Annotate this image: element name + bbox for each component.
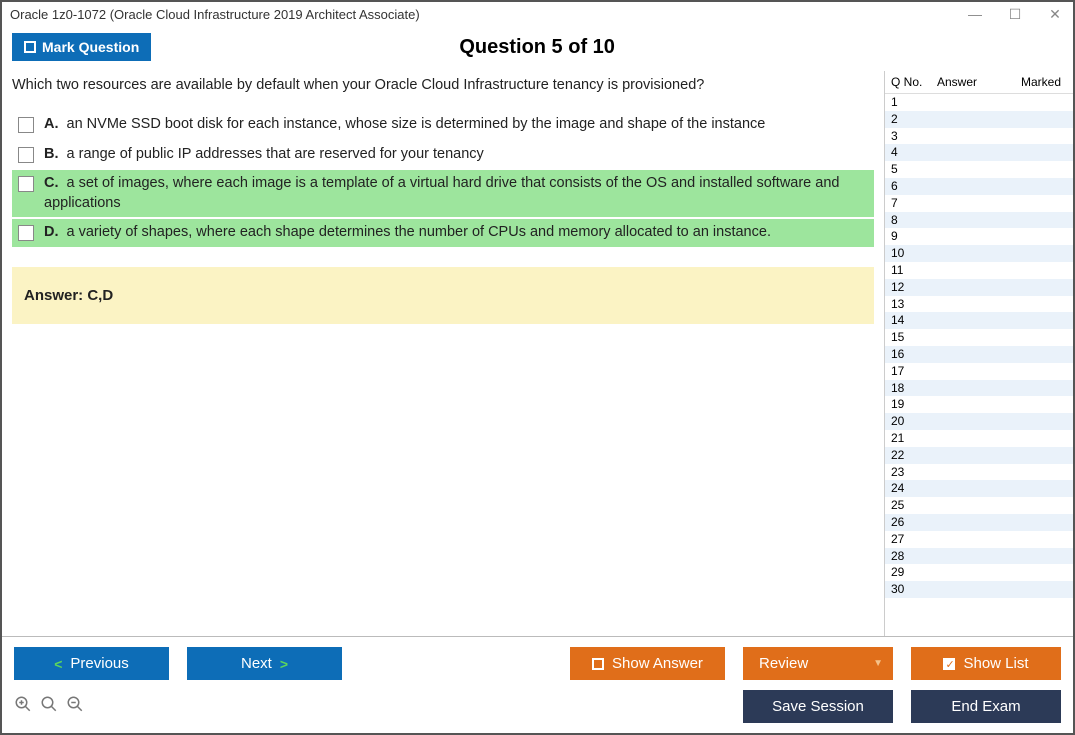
col-qno: Q No. xyxy=(891,75,937,89)
zoom-out-icon[interactable] xyxy=(66,695,84,718)
save-session-button[interactable]: Save Session xyxy=(743,690,893,723)
question-text: Which two resources are available by def… xyxy=(12,77,874,93)
list-item[interactable]: 27 xyxy=(885,531,1073,548)
chevron-right-icon: > xyxy=(280,656,288,672)
chevron-down-icon: ▼ xyxy=(873,658,883,669)
list-item[interactable]: 12 xyxy=(885,279,1073,296)
question-panel: Which two resources are available by def… xyxy=(2,71,884,636)
list-item[interactable]: 20 xyxy=(885,413,1073,430)
choice-text: D. a variety of shapes, where each shape… xyxy=(44,223,771,243)
maximize-icon[interactable]: ☐ xyxy=(1005,6,1025,23)
minimize-icon[interactable]: — xyxy=(965,6,985,23)
show-list-button[interactable]: Show List xyxy=(911,647,1061,680)
previous-button[interactable]: < Previous xyxy=(14,647,169,680)
choice-checkbox[interactable] xyxy=(18,176,34,192)
next-label: Next xyxy=(241,655,272,672)
content-row: Which two resources are available by def… xyxy=(2,71,1073,636)
list-item[interactable]: 29 xyxy=(885,564,1073,581)
list-header: Q No. Answer Marked xyxy=(885,71,1073,93)
show-answer-button[interactable]: Show Answer xyxy=(570,647,725,680)
bottom-bar: < Previous Next > Show Answer Review ▼ xyxy=(2,636,1073,733)
list-item[interactable]: 6 xyxy=(885,178,1073,195)
zoom-reset-icon[interactable] xyxy=(40,695,58,718)
list-item[interactable]: 3 xyxy=(885,128,1073,145)
zoom-controls xyxy=(14,695,84,718)
list-item[interactable]: 24 xyxy=(885,480,1073,497)
question-list-panel: Q No. Answer Marked 12345678910111213141… xyxy=(884,71,1073,636)
check-square-icon xyxy=(943,658,955,670)
choice-checkbox[interactable] xyxy=(18,147,34,163)
choice-row[interactable]: D. a variety of shapes, where each shape… xyxy=(12,219,874,247)
end-exam-label: End Exam xyxy=(951,698,1020,715)
close-icon[interactable]: ✕ xyxy=(1045,6,1065,23)
previous-label: Previous xyxy=(70,655,128,672)
show-list-label: Show List xyxy=(963,655,1028,672)
choice-text: C. a set of images, where each image is … xyxy=(44,174,868,213)
list-item[interactable]: 25 xyxy=(885,497,1073,514)
list-item[interactable]: 9 xyxy=(885,228,1073,245)
choice-text: B. a range of public IP addresses that a… xyxy=(44,145,484,165)
list-item[interactable]: 4 xyxy=(885,144,1073,161)
list-item[interactable]: 14 xyxy=(885,312,1073,329)
list-item[interactable]: 15 xyxy=(885,329,1073,346)
button-row-1: < Previous Next > Show Answer Review ▼ xyxy=(14,647,1061,680)
list-item[interactable]: 22 xyxy=(885,447,1073,464)
answer-box: Answer: C,D xyxy=(12,267,874,324)
choice-checkbox[interactable] xyxy=(18,117,34,133)
next-button[interactable]: Next > xyxy=(187,647,342,680)
chevron-left-icon: < xyxy=(54,656,62,672)
list-item[interactable]: 18 xyxy=(885,380,1073,397)
list-item[interactable]: 10 xyxy=(885,245,1073,262)
button-row-2: Save Session End Exam xyxy=(14,690,1061,723)
nav-buttons: < Previous Next > xyxy=(14,647,342,680)
choice-text: A. an NVMe SSD boot disk for each instan… xyxy=(44,115,765,135)
list-item[interactable]: 21 xyxy=(885,430,1073,447)
question-counter: Question 5 of 10 xyxy=(11,36,1063,59)
list-item[interactable]: 30 xyxy=(885,581,1073,598)
session-buttons: Save Session End Exam xyxy=(743,690,1061,723)
end-exam-button[interactable]: End Exam xyxy=(911,690,1061,723)
list-item[interactable]: 1 xyxy=(885,94,1073,111)
choice-row[interactable]: B. a range of public IP addresses that a… xyxy=(12,141,874,169)
zoom-in-icon[interactable] xyxy=(14,695,32,718)
list-item[interactable]: 19 xyxy=(885,396,1073,413)
header-row: Mark Question Question 5 of 10 xyxy=(2,27,1073,71)
list-item[interactable]: 11 xyxy=(885,262,1073,279)
list-item[interactable]: 28 xyxy=(885,548,1073,565)
list-item[interactable]: 8 xyxy=(885,212,1073,229)
review-label: Review xyxy=(759,655,808,672)
list-item[interactable]: 16 xyxy=(885,346,1073,363)
col-marked: Marked xyxy=(1001,75,1061,89)
titlebar: Oracle 1z0-1072 (Oracle Cloud Infrastruc… xyxy=(2,2,1073,27)
question-list[interactable]: 1234567891011121314151617181920212223242… xyxy=(885,93,1073,636)
list-item[interactable]: 5 xyxy=(885,161,1073,178)
list-item[interactable]: 2 xyxy=(885,111,1073,128)
choice-row[interactable]: C. a set of images, where each image is … xyxy=(12,170,874,217)
action-buttons: Show Answer Review ▼ Show List xyxy=(570,647,1061,680)
save-session-label: Save Session xyxy=(772,698,864,715)
choices-list: A. an NVMe SSD boot disk for each instan… xyxy=(12,111,874,247)
show-answer-label: Show Answer xyxy=(612,655,703,672)
choice-row[interactable]: A. an NVMe SSD boot disk for each instan… xyxy=(12,111,874,139)
app-window: Oracle 1z0-1072 (Oracle Cloud Infrastruc… xyxy=(0,0,1075,735)
list-item[interactable]: 13 xyxy=(885,296,1073,313)
choice-checkbox[interactable] xyxy=(18,225,34,241)
list-item[interactable]: 7 xyxy=(885,195,1073,212)
list-item[interactable]: 17 xyxy=(885,363,1073,380)
window-title: Oracle 1z0-1072 (Oracle Cloud Infrastruc… xyxy=(10,7,965,22)
review-button[interactable]: Review ▼ xyxy=(743,647,893,680)
list-item[interactable]: 23 xyxy=(885,464,1073,481)
col-answer: Answer xyxy=(937,75,1001,89)
window-controls: — ☐ ✕ xyxy=(965,6,1065,23)
list-item[interactable]: 26 xyxy=(885,514,1073,531)
square-icon xyxy=(592,658,604,670)
